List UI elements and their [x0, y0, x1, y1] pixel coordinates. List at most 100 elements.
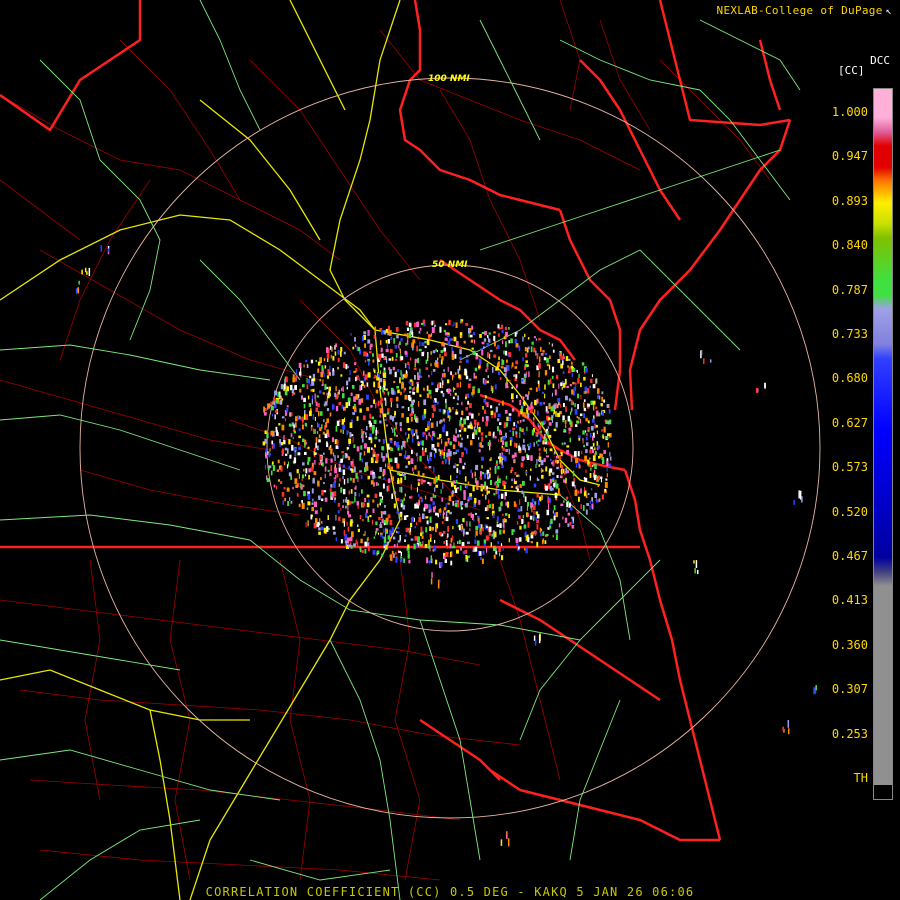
radar-return-pixel: [592, 400, 596, 405]
radar-return-pixel: [379, 414, 381, 418]
radar-return-pixel: [348, 514, 351, 518]
radar-return-pixel: [406, 515, 409, 518]
radar-return-pixel: [550, 406, 554, 412]
radar-return-pixel: [381, 353, 384, 358]
radar-return-pixel: [540, 532, 543, 537]
radar-return-pixel: [440, 350, 444, 353]
radar-return-pixel: [353, 406, 357, 412]
radar-return-pixel: [427, 420, 431, 427]
radar-return-pixel: [432, 447, 434, 450]
radar-return-pixel: [565, 406, 567, 413]
radar-return-pixel: [605, 478, 608, 481]
radar-return-pixel: [355, 376, 357, 382]
radar-return-pixel: [349, 521, 353, 527]
radar-return-pixel: [318, 527, 321, 531]
radar-return-pixel: [471, 347, 474, 350]
radar-return-pixel: [409, 391, 412, 394]
radar-return-pixel: [446, 388, 448, 393]
radar-return-pixel: [359, 549, 362, 553]
radar-return-pixel: [301, 478, 303, 482]
radar-return-pixel: [315, 437, 318, 443]
radar-return-pixel: [396, 462, 399, 469]
radar-return-pixel: [591, 497, 593, 502]
radar-return-pixel: [359, 377, 361, 382]
radar-return-pixel: [592, 404, 595, 411]
radar-return-pixel: [317, 403, 320, 407]
radar-return-pixel: [589, 457, 591, 460]
radar-return-pixel: [361, 398, 364, 403]
radar-return-pixel: [319, 378, 322, 382]
radar-return-pixel: [317, 423, 320, 428]
radar-return-pixel: [396, 335, 399, 339]
radar-return-pixel: [533, 483, 537, 488]
radar-return-pixel: [577, 451, 580, 457]
radar-return-pixel: [372, 454, 376, 457]
radar-return-pixel: [319, 455, 322, 461]
radar-return-pixel: [346, 386, 348, 390]
radar-return-pixel: [389, 415, 392, 420]
radar-return-pixel: [335, 475, 337, 480]
radar-return-pixel: [526, 394, 529, 400]
radar-return-pixel: [510, 485, 513, 488]
radar-return-pixel: [601, 429, 603, 432]
radar-return-pixel: [509, 380, 511, 383]
radar-return-pixel: [461, 452, 464, 456]
radar-return-pixel: [452, 324, 454, 327]
radar-return-pixel: [367, 475, 370, 480]
radar-return-pixel: [270, 430, 274, 436]
radar-return-pixel: [346, 499, 350, 506]
radar-return-pixel: [311, 506, 314, 512]
radar-return-pixel: [508, 352, 512, 356]
radar-return-pixel: [441, 342, 445, 347]
radar-return-pixel: [363, 443, 367, 449]
radar-return-pixel: [345, 364, 348, 370]
radar-return-pixel: [522, 456, 526, 460]
radar-return-pixel: [410, 429, 414, 435]
radar-return-pixel: [553, 482, 555, 487]
radar-return-pixel: [463, 340, 466, 344]
radar-return-pixel: [373, 334, 376, 339]
radar-return-pixel: [314, 501, 317, 507]
radar-return-pixel: [522, 480, 525, 486]
radar-return-pixel: [584, 455, 588, 461]
radar-return-pixel: [551, 375, 554, 379]
radar-return-pixel: [585, 494, 588, 499]
radar-return-pixel: [478, 437, 480, 440]
radar-return-pixel: [592, 418, 595, 423]
radar-return-pixel: [438, 448, 441, 452]
radar-return-pixel: [383, 381, 386, 387]
radar-return-pixel: [600, 453, 603, 458]
radar-return-pixel: [352, 478, 355, 483]
radar-return-pixel: [379, 378, 383, 383]
radar-return-pixel: [596, 430, 598, 435]
radar-return-pixel: [550, 458, 552, 462]
radar-return-pixel: [405, 465, 408, 469]
radar-return-pixel: [452, 525, 454, 530]
radar-return-pixel: [280, 466, 283, 472]
radar-return-pixel: [564, 420, 567, 424]
radar-return-pixel: [273, 484, 276, 488]
radar-return-pixel: [522, 444, 526, 451]
radar-return-pixel: [458, 429, 462, 433]
radar-return-pixel: [474, 546, 478, 552]
radar-return-pixel: [363, 331, 367, 335]
radar-return-pixel: [501, 501, 503, 506]
radar-return-pixel: [497, 541, 499, 545]
radar-return-pixel: [466, 556, 469, 562]
radar-return-pixel: [407, 455, 411, 459]
radar-return-pixel: [555, 422, 558, 428]
radar-return-pixel: [467, 400, 469, 405]
radar-return-pixel: [548, 503, 550, 510]
radar-return-pixel: [478, 517, 480, 522]
radar-return-pixel: [562, 371, 565, 375]
radar-return-pixel: [595, 478, 597, 482]
radar-return-pixel: [374, 369, 376, 374]
radar-return-pixel: [451, 535, 453, 541]
radar-return-pixel: [293, 424, 295, 429]
radar-return-pixel: [523, 492, 525, 498]
radar-return-pixel: [541, 494, 543, 500]
radar-return-pixel: [539, 527, 542, 533]
radar-return-pixel: [302, 484, 305, 488]
radar-return-pixel: [300, 367, 302, 374]
radar-return-pixel: [379, 467, 382, 472]
